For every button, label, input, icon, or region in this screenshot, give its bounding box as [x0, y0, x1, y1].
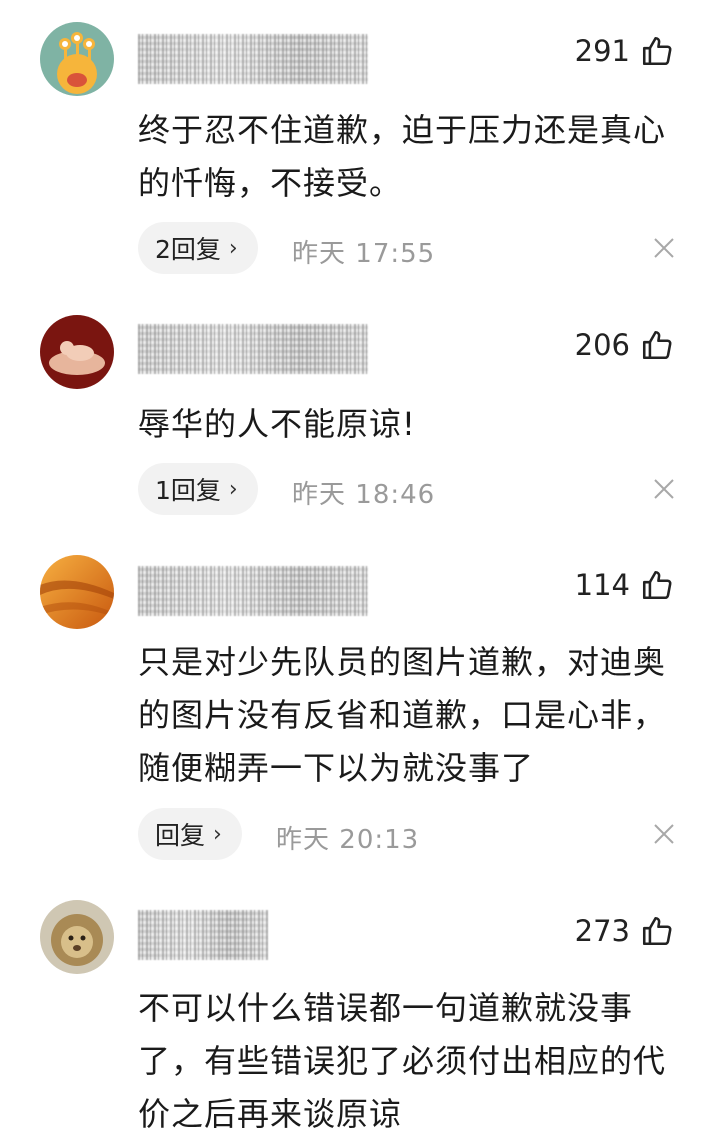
comment-text: 终于忍不住道歉，迫于压力还是真心的忏悔，不接受。 — [138, 111, 667, 202]
user-avatar[interactable] — [40, 555, 114, 629]
close-icon[interactable] — [652, 822, 676, 846]
reply-button[interactable]: 回复 › — [138, 808, 242, 860]
like-button[interactable]: 114 — [575, 568, 674, 602]
thumbs-up-icon — [640, 568, 674, 602]
reply-button[interactable]: 1回复 › — [138, 463, 258, 515]
close-icon[interactable] — [652, 477, 676, 501]
comment-text: 只是对少先队员的图片道歉，对迪奥的图片没有反省和道歉，口是心非，随便糊弄一下以为… — [138, 643, 667, 787]
username-blurred[interactable] — [138, 34, 368, 84]
comment-text: 不可以什么错误都一句道歉就没事了，有些错误犯了必须付出相应的代价之后再来谈原谅 — [138, 989, 667, 1133]
comment-text: 辱华的人不能原谅! — [138, 405, 416, 443]
chevron-right-icon: › — [228, 235, 238, 261]
reply-button[interactable]: 2回复 › — [138, 222, 258, 274]
lion-icon — [40, 900, 114, 974]
user-avatar[interactable] — [40, 315, 114, 389]
close-icon[interactable] — [652, 236, 676, 260]
thumbs-up-icon — [640, 328, 674, 362]
timestamp: 昨天 18:46 — [292, 480, 436, 510]
user-avatar[interactable] — [40, 22, 114, 96]
thumbs-up-icon — [640, 34, 674, 68]
reply-label: 1回复 — [155, 476, 221, 505]
reply-label: 2回复 — [155, 235, 221, 264]
chevron-right-icon: › — [228, 476, 238, 502]
desert-icon — [40, 555, 114, 629]
username-blurred[interactable] — [138, 324, 368, 374]
like-count: 206 — [574, 328, 630, 362]
like-button[interactable]: 206 — [575, 328, 674, 362]
username-blurred[interactable] — [138, 910, 268, 960]
like-button[interactable]: 291 — [575, 34, 674, 68]
username-blurred[interactable] — [138, 566, 368, 616]
like-button[interactable]: 273 — [575, 914, 674, 948]
like-count: 114 — [574, 568, 630, 602]
chevron-right-icon: › — [213, 821, 222, 847]
thumbs-up-icon — [640, 914, 674, 948]
timestamp: 昨天 20:13 — [276, 825, 420, 855]
reply-label: 回复 — [155, 821, 206, 850]
like-count: 291 — [574, 34, 630, 68]
user-avatar[interactable] — [40, 900, 114, 974]
baby-hands-icon — [40, 315, 114, 389]
like-count: 273 — [574, 914, 630, 948]
monster-icon — [40, 22, 114, 96]
timestamp: 昨天 17:55 — [292, 239, 436, 269]
